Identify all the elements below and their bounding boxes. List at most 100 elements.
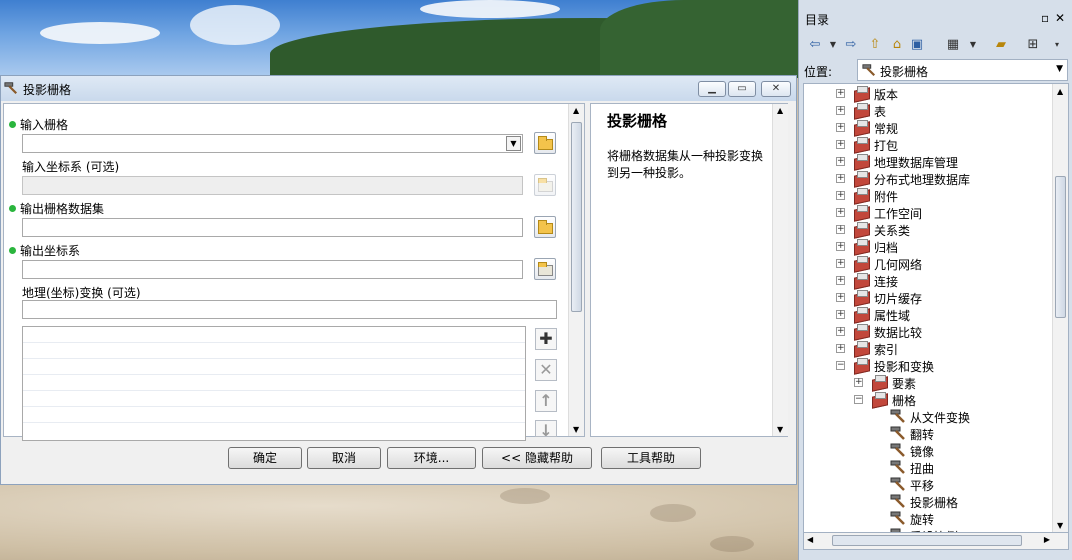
- forward-icon[interactable]: ⇨: [842, 36, 860, 54]
- tree-item[interactable]: + 附件: [804, 187, 1052, 204]
- expand-icon[interactable]: +: [836, 310, 845, 319]
- tree-item[interactable]: + 表: [804, 102, 1052, 119]
- geo-transform-field[interactable]: [22, 300, 557, 319]
- expand-icon[interactable]: +: [836, 225, 845, 234]
- up-folder-icon[interactable]: ⇧: [866, 36, 884, 54]
- view-dropdown-icon[interactable]: ▼: [964, 36, 982, 54]
- tree-item[interactable]: + 索引: [804, 340, 1052, 357]
- tree-item[interactable]: − 栅格: [804, 391, 1052, 408]
- expand-icon[interactable]: +: [836, 242, 845, 251]
- output-cs-field[interactable]: [22, 260, 523, 279]
- back-icon[interactable]: ⇦: [806, 36, 824, 54]
- expand-icon[interactable]: +: [836, 208, 845, 217]
- tree-item[interactable]: + 工作空间: [804, 204, 1052, 221]
- scroll-up-icon[interactable]: ▲: [1057, 87, 1063, 96]
- close-icon[interactable]: ✕: [1055, 11, 1065, 25]
- close-button[interactable]: ✕: [761, 81, 791, 97]
- expand-icon[interactable]: +: [836, 344, 845, 353]
- output-dataset-field[interactable]: [22, 218, 523, 237]
- tree-item[interactable]: 镜像: [804, 442, 1052, 459]
- tree-item[interactable]: + 关系类: [804, 221, 1052, 238]
- view-icon[interactable]: ▦: [944, 36, 962, 54]
- scroll-down-icon[interactable]: ▼: [573, 425, 579, 434]
- geo-transform-list[interactable]: [22, 326, 526, 441]
- minimize-button[interactable]: ▁: [698, 81, 726, 97]
- expand-icon[interactable]: +: [836, 123, 845, 132]
- scroll-left-icon[interactable]: ◀: [807, 535, 813, 544]
- location-combo[interactable]: 投影栅格 ▼: [857, 59, 1068, 81]
- move-up-icon[interactable]: ↑: [535, 390, 557, 412]
- home-icon[interactable]: ⌂: [888, 36, 906, 54]
- ok-button[interactable]: 确定: [228, 447, 302, 469]
- expand-icon[interactable]: +: [836, 140, 845, 149]
- scroll-up-icon[interactable]: ▲: [573, 106, 579, 115]
- scrollbar-thumb[interactable]: [832, 535, 1022, 546]
- scroll-down-icon[interactable]: ▼: [1057, 521, 1063, 530]
- browse-input-raster-button[interactable]: [534, 132, 556, 154]
- hammer-icon: [862, 64, 876, 77]
- back-dropdown-icon[interactable]: ▼: [824, 36, 842, 54]
- scrollbar-thumb[interactable]: [571, 122, 582, 312]
- tree-item[interactable]: + 属性域: [804, 306, 1052, 323]
- dock-icon[interactable]: ▫: [1041, 11, 1049, 25]
- tree-item[interactable]: 扭曲: [804, 459, 1052, 476]
- tree-item[interactable]: + 数据比较: [804, 323, 1052, 340]
- expand-icon[interactable]: +: [836, 191, 845, 200]
- tree-item[interactable]: + 几何网络: [804, 255, 1052, 272]
- expand-icon[interactable]: +: [836, 259, 845, 268]
- scrollbar-thumb[interactable]: [1055, 176, 1066, 318]
- tree-item[interactable]: + 打包: [804, 136, 1052, 153]
- dialog-titlebar[interactable]: 投影栅格 ▁ ▭ ✕: [1, 76, 796, 101]
- cancel-button[interactable]: 取消: [307, 447, 381, 469]
- tree-item[interactable]: + 版本: [804, 85, 1052, 102]
- dropdown-arrow-icon[interactable]: ▼: [1056, 64, 1063, 74]
- expand-icon[interactable]: +: [836, 327, 845, 336]
- tree-item[interactable]: 从文件变换: [804, 408, 1052, 425]
- move-down-icon[interactable]: ↓: [535, 420, 557, 440]
- tree-item[interactable]: + 常规: [804, 119, 1052, 136]
- collapse-icon[interactable]: −: [836, 361, 845, 370]
- tool-help-button[interactable]: 工具帮助: [601, 447, 701, 469]
- connect-folder-icon[interactable]: ▣: [908, 36, 926, 54]
- tree-item[interactable]: 翻转: [804, 425, 1052, 442]
- expand-icon[interactable]: +: [836, 89, 845, 98]
- tree-scrollbar[interactable]: ▲ ▼: [1052, 84, 1068, 532]
- tree-item[interactable]: 投影栅格: [804, 493, 1052, 510]
- expand-icon[interactable]: +: [836, 174, 845, 183]
- new-folder-icon[interactable]: ▰: [992, 36, 1010, 54]
- maximize-button[interactable]: ▭: [728, 81, 756, 97]
- tree-options-icon[interactable]: ⊞: [1024, 36, 1042, 54]
- expand-icon[interactable]: +: [836, 276, 845, 285]
- environments-button[interactable]: 环境...: [387, 447, 476, 469]
- add-icon[interactable]: ✚: [535, 328, 557, 350]
- tree-item[interactable]: + 分布式地理数据库: [804, 170, 1052, 187]
- parameter-scrollbar[interactable]: ▲ ▼: [568, 104, 584, 436]
- tree-item[interactable]: − 投影和变换: [804, 357, 1052, 374]
- expand-icon[interactable]: +: [836, 106, 845, 115]
- dropdown-arrow-icon[interactable]: ▼: [506, 136, 521, 151]
- collapse-icon[interactable]: −: [854, 395, 863, 404]
- scroll-right-icon[interactable]: ▶: [1044, 535, 1050, 544]
- tree-item-label: 打包: [874, 139, 899, 153]
- scroll-down-icon[interactable]: ▼: [777, 425, 783, 434]
- tree-item[interactable]: 平移: [804, 476, 1052, 493]
- scroll-up-icon[interactable]: ▲: [777, 106, 783, 115]
- browse-output-button[interactable]: [534, 216, 556, 238]
- tree-item[interactable]: + 切片缓存: [804, 289, 1052, 306]
- output-cs-properties-button[interactable]: [534, 258, 556, 280]
- expand-icon[interactable]: +: [836, 157, 845, 166]
- input-raster-combo[interactable]: ▼: [22, 134, 523, 153]
- tree-item[interactable]: + 连接: [804, 272, 1052, 289]
- remove-icon[interactable]: ✕: [535, 359, 557, 381]
- toolbar-overflow-icon[interactable]: ▾: [1048, 36, 1066, 54]
- tree-item[interactable]: + 要素: [804, 374, 1052, 391]
- help-scrollbar[interactable]: ▲ ▼: [772, 104, 788, 436]
- expand-icon[interactable]: +: [836, 293, 845, 302]
- tree-horizontal-scrollbar[interactable]: ◀ ▶: [803, 533, 1069, 550]
- toolbox-icon: [854, 154, 870, 168]
- tree-item[interactable]: + 地理数据库管理: [804, 153, 1052, 170]
- tree-item[interactable]: + 归档: [804, 238, 1052, 255]
- tree-item[interactable]: 旋转: [804, 510, 1052, 527]
- hide-help-button[interactable]: << 隐藏帮助: [482, 447, 592, 469]
- expand-icon[interactable]: +: [854, 378, 863, 387]
